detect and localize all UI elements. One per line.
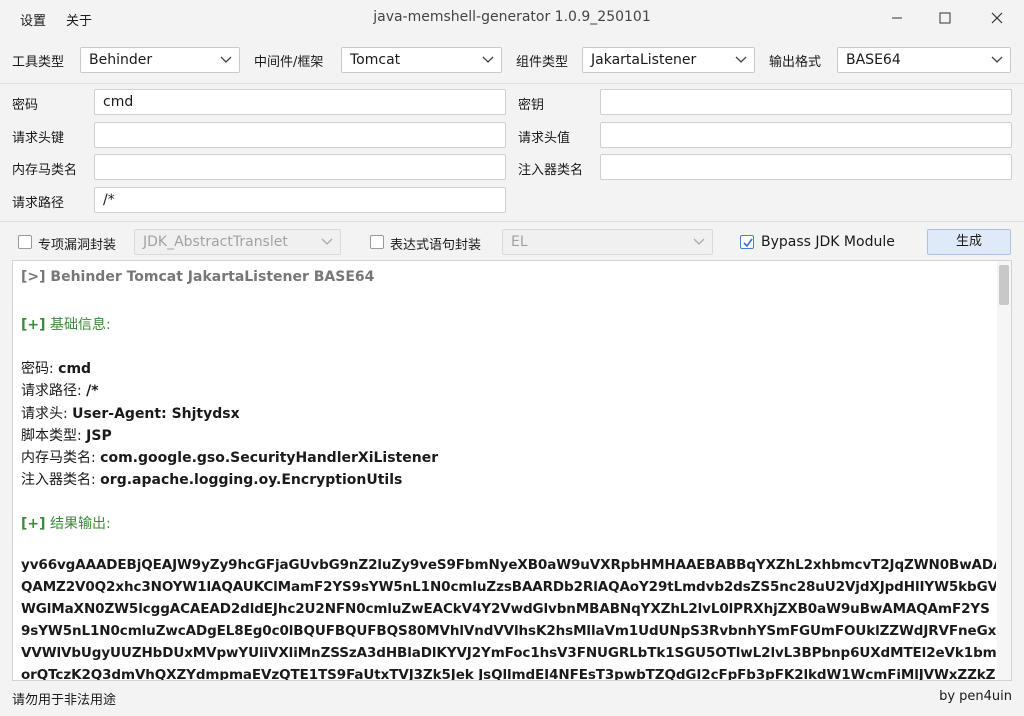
window-title: java-memshell-generator 1.0.9_250101 <box>373 9 651 25</box>
close-button[interactable] <box>974 0 1020 36</box>
result-section: [+] 结果输出: <box>21 513 111 533</box>
path-label: 请求路径 <box>12 196 65 211</box>
component-type-value: JakartaListener <box>591 52 697 68</box>
base64-line: WGlMaXN0ZW5lcggACAEAD2dldEJhc2U2NFN0cmlu… <box>21 601 990 617</box>
vuln-encap-select[interactable]: JDK_AbstractTranslet <box>134 229 341 255</box>
check-icon <box>743 238 753 248</box>
base64-line: 9sYW5nL1N0cmluZwcADgEL8Eg0c0lBQUFBQUFBQS… <box>21 623 996 639</box>
key-field[interactable] <box>600 89 1012 115</box>
injector-class-label: 注入器类名 <box>518 163 584 178</box>
base64-line: VVWlVbUgyUUZHbDUxMVpwYUliVXliMnZSSzA3dHB… <box>21 645 996 661</box>
header-value-field[interactable] <box>600 122 1012 148</box>
header-value-label: 请求头值 <box>518 131 571 146</box>
expr-encap-value: EL <box>511 234 528 250</box>
tool-type-value: Behinder <box>89 52 153 68</box>
menu-settings[interactable]: 设置 <box>20 10 46 29</box>
key-label: 密钥 <box>518 98 545 113</box>
info-line: 内存马类名: com.google.gso.SecurityHandlerXiL… <box>21 450 439 466</box>
section-title: 结果输出: <box>45 516 111 532</box>
chevron-down-icon <box>991 56 1003 63</box>
section-title: 基础信息: <box>45 317 111 333</box>
shell-class-field[interactable] <box>94 154 506 180</box>
password-field[interactable]: cmd <box>94 89 506 115</box>
close-icon <box>991 12 1003 24</box>
middleware-select[interactable]: Tomcat <box>341 47 502 73</box>
section-bracket: [+] <box>21 516 46 532</box>
title-bar: 设置 关于 java-memshell-generator 1.0.9_2501… <box>0 0 1024 36</box>
divider <box>0 83 1024 84</box>
injector-class-field[interactable] <box>600 154 1012 180</box>
info-line: 注入器类名: org.apache.logging.oy.EncryptionU… <box>21 472 403 488</box>
menu-about[interactable]: 关于 <box>66 10 92 29</box>
password-label: 密码 <box>12 98 39 113</box>
middleware-value: Tomcat <box>350 52 401 68</box>
output-textarea[interactable]: [>] Behinder Tomcat JakartaListener BASE… <box>12 260 1012 681</box>
minimize-icon <box>892 17 902 19</box>
chevron-down-icon <box>693 238 705 245</box>
base64-line: orQTczK2Q3dmVhQXZYdmpmaEVzQTE1TS9FaUtxTV… <box>21 667 996 681</box>
minimize-button[interactable] <box>874 0 920 36</box>
chevron-down-icon <box>735 56 747 63</box>
maximize-button[interactable] <box>922 0 968 36</box>
output-header: [>] Behinder Tomcat JakartaListener BASE… <box>21 269 375 285</box>
tool-type-select[interactable]: Behinder <box>80 47 240 73</box>
expr-encap-label: 表达式语句封装 <box>390 238 482 253</box>
vuln-encap-value: JDK_AbstractTranslet <box>143 234 288 250</box>
header-key-field[interactable] <box>94 122 506 148</box>
component-type-select[interactable]: JakartaListener <box>582 47 755 73</box>
expr-encap-checkbox[interactable] <box>370 235 384 249</box>
scrollbar-thumb[interactable] <box>999 265 1009 305</box>
output-format-label: 输出格式 <box>769 55 822 70</box>
header-key-label: 请求头键 <box>12 131 65 146</box>
expr-encap-select[interactable]: EL <box>502 229 713 255</box>
divider <box>0 221 1024 222</box>
chevron-down-icon <box>321 238 333 245</box>
bypass-jdk-label: Bypass JDK Module <box>761 234 895 250</box>
output-format-value: BASE64 <box>846 52 901 68</box>
middleware-label: 中间件/框架 <box>254 55 324 70</box>
base64-line: QAMZ2V0Q2xhc3NOYW1lAQAUKClMamF2YS9sYW5nL… <box>21 579 996 595</box>
info-line: 请求头: User-Agent: Shjtydsx <box>21 406 240 422</box>
info-line: 请求路径: /* <box>21 383 99 399</box>
output-format-select[interactable]: BASE64 <box>837 47 1011 73</box>
chevron-down-icon <box>482 56 494 63</box>
component-type-label: 组件类型 <box>516 55 569 70</box>
shell-class-label: 内存马类名 <box>12 163 78 178</box>
maximize-icon <box>939 12 951 24</box>
vuln-encap-checkbox[interactable] <box>18 235 32 249</box>
vuln-encap-label: 专项漏洞封装 <box>38 238 117 253</box>
chevron-down-icon <box>220 56 232 63</box>
path-field[interactable]: /* <box>94 187 506 213</box>
status-warning: 请勿用于非法用途 <box>12 693 117 708</box>
bypass-jdk-checkbox[interactable] <box>740 235 754 249</box>
base64-line: yv66vgAAADEBjQEAJW9yZy9hcGFjaGUvbG9nZ2lu… <box>21 557 996 573</box>
tool-type-label: 工具类型 <box>12 55 65 70</box>
status-bar: 请勿用于非法用途 by pen4uin <box>0 682 1024 716</box>
info-line: 脚本类型: JSP <box>21 428 112 444</box>
generate-button[interactable]: 生成 <box>927 229 1011 255</box>
info-line: 密码: cmd <box>21 361 92 377</box>
vertical-scrollbar[interactable] <box>997 261 1011 680</box>
basic-info-section: [+] 基础信息: <box>21 314 111 334</box>
section-bracket: [+] <box>21 317 46 333</box>
status-author: by pen4uin <box>939 689 1012 704</box>
